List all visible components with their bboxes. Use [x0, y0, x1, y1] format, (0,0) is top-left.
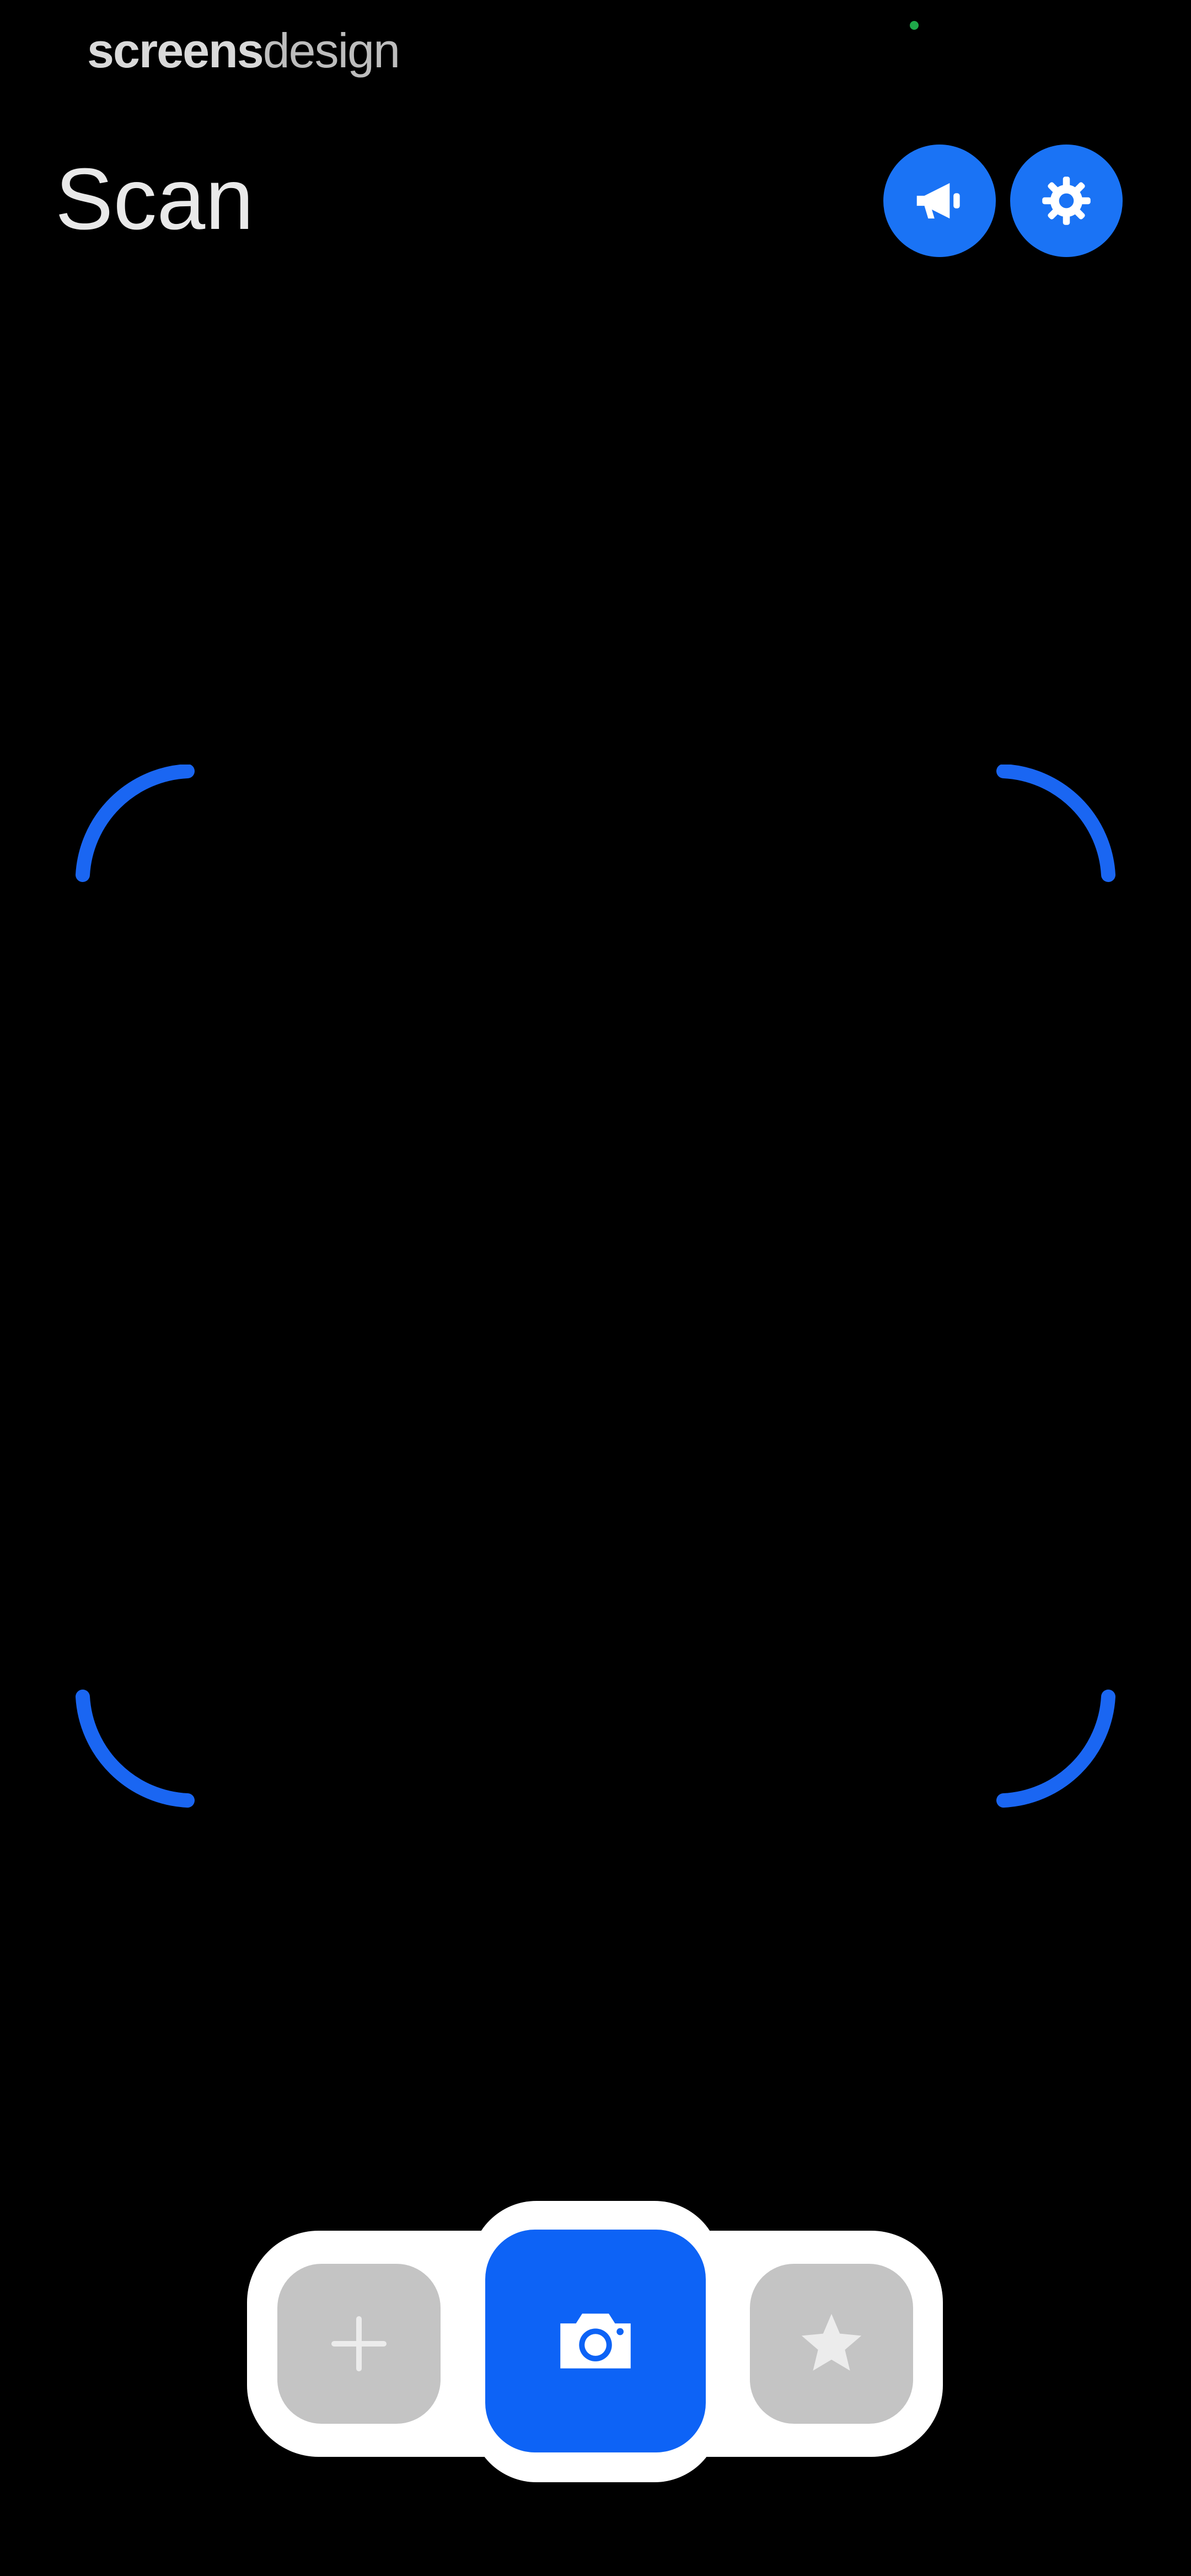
tab-add[interactable]	[277, 2264, 441, 2424]
star-icon	[801, 2313, 862, 2371]
watermark-light: design	[262, 23, 400, 78]
watermark: screensdesign	[87, 23, 400, 78]
plus-icon	[331, 2316, 387, 2371]
frame-corner-top-left	[76, 765, 195, 882]
scanner-frame	[72, 765, 1119, 1813]
tab-favorites[interactable]	[750, 2264, 913, 2424]
watermark-bold: screens	[87, 23, 264, 78]
announcements-button[interactable]	[883, 145, 996, 257]
frame-corner-top-right	[996, 765, 1115, 882]
status-indicator-dot	[910, 21, 919, 30]
frame-corner-bottom-left	[76, 1690, 195, 1808]
tab-scan[interactable]	[485, 2230, 706, 2452]
frame-corner-bottom-right	[996, 1690, 1115, 1808]
gear-icon	[1042, 177, 1091, 225]
camera-icon	[560, 2313, 631, 2369]
page-title: Scan	[55, 151, 254, 248]
settings-button[interactable]	[1010, 145, 1123, 257]
megaphone-icon	[916, 183, 960, 219]
